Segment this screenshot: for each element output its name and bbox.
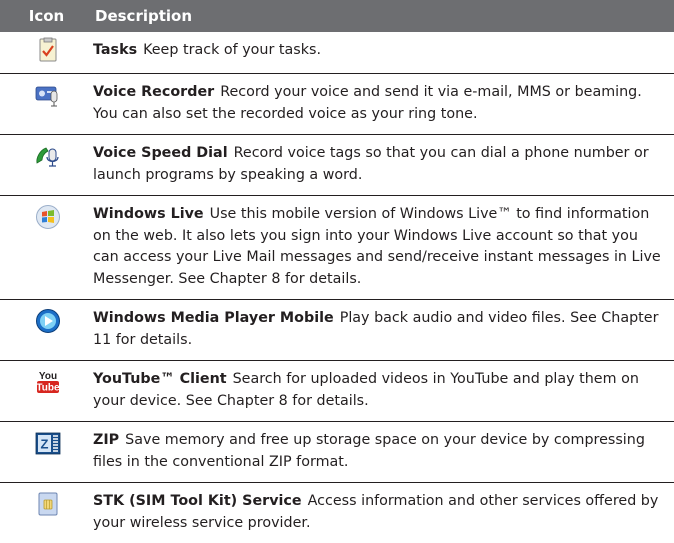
svg-text:Tube: Tube bbox=[36, 383, 60, 394]
table-row: Windows Media Player Mobile Play back aud… bbox=[0, 300, 674, 361]
svg-text:You: You bbox=[39, 371, 57, 382]
feature-table: Icon Description Tasks Keep track of your… bbox=[0, 0, 674, 543]
table-row: You Tube YouTube™ Client Search for uploa… bbox=[0, 361, 674, 422]
header-description-label: Description bbox=[95, 7, 193, 25]
row-description: Voice Recorder Record your voice and send… bbox=[93, 74, 674, 134]
youtube-icon: You Tube bbox=[36, 371, 60, 394]
row-name: ZIP bbox=[93, 432, 120, 448]
table-row: Tasks Keep track of your tasks. bbox=[0, 32, 674, 74]
row-name: Voice Speed Dial bbox=[93, 145, 228, 161]
row-description: YouTube™ Client Search for uploaded video… bbox=[93, 361, 674, 421]
table-row: Voice Speed Dial Record voice tags so tha… bbox=[0, 135, 674, 196]
media-player-icon bbox=[36, 309, 60, 333]
row-name: STK (SIM Tool Kit) Service bbox=[93, 493, 302, 509]
row-description: Windows Media Player Mobile Play back aud… bbox=[93, 300, 674, 360]
row-description: Voice Speed Dial Record voice tags so tha… bbox=[93, 135, 674, 195]
row-text: Keep track of your tasks. bbox=[143, 42, 322, 58]
voice-speed-dial-icon bbox=[36, 147, 59, 167]
table-row: Windows Live Use this mobile version of W… bbox=[0, 196, 674, 300]
table-row: Z ZIP Save memory and free up storage spa… bbox=[0, 422, 674, 483]
stk-icon bbox=[38, 492, 58, 516]
windows-live-icon bbox=[36, 205, 60, 229]
row-description: STK (SIM Tool Kit) Service Access informa… bbox=[93, 483, 674, 543]
row-description: ZIP Save memory and free up storage space… bbox=[93, 422, 674, 482]
table-row: Voice Recorder Record your voice and send… bbox=[0, 74, 674, 135]
voice-recorder-icon bbox=[35, 86, 58, 107]
row-name: Windows Media Player Mobile bbox=[93, 310, 334, 326]
zip-icon: Z bbox=[35, 432, 61, 455]
svg-text:Z: Z bbox=[41, 437, 49, 452]
header-icon-label: Icon bbox=[28, 7, 65, 25]
row-name: Windows Live bbox=[93, 206, 204, 222]
row-description: Windows Live Use this mobile version of W… bbox=[93, 196, 674, 299]
row-description: Tasks Keep track of your tasks. bbox=[93, 32, 674, 73]
row-name: Voice Recorder bbox=[93, 84, 215, 100]
table-row: STK (SIM Tool Kit) Service Access informa… bbox=[0, 483, 674, 543]
row-name: Tasks bbox=[93, 42, 138, 58]
tasks-icon bbox=[39, 37, 57, 62]
table-header: Icon Description bbox=[0, 0, 674, 32]
row-text: Save memory and free up storage space on… bbox=[93, 432, 645, 470]
row-name: YouTube™ Client bbox=[93, 371, 227, 387]
